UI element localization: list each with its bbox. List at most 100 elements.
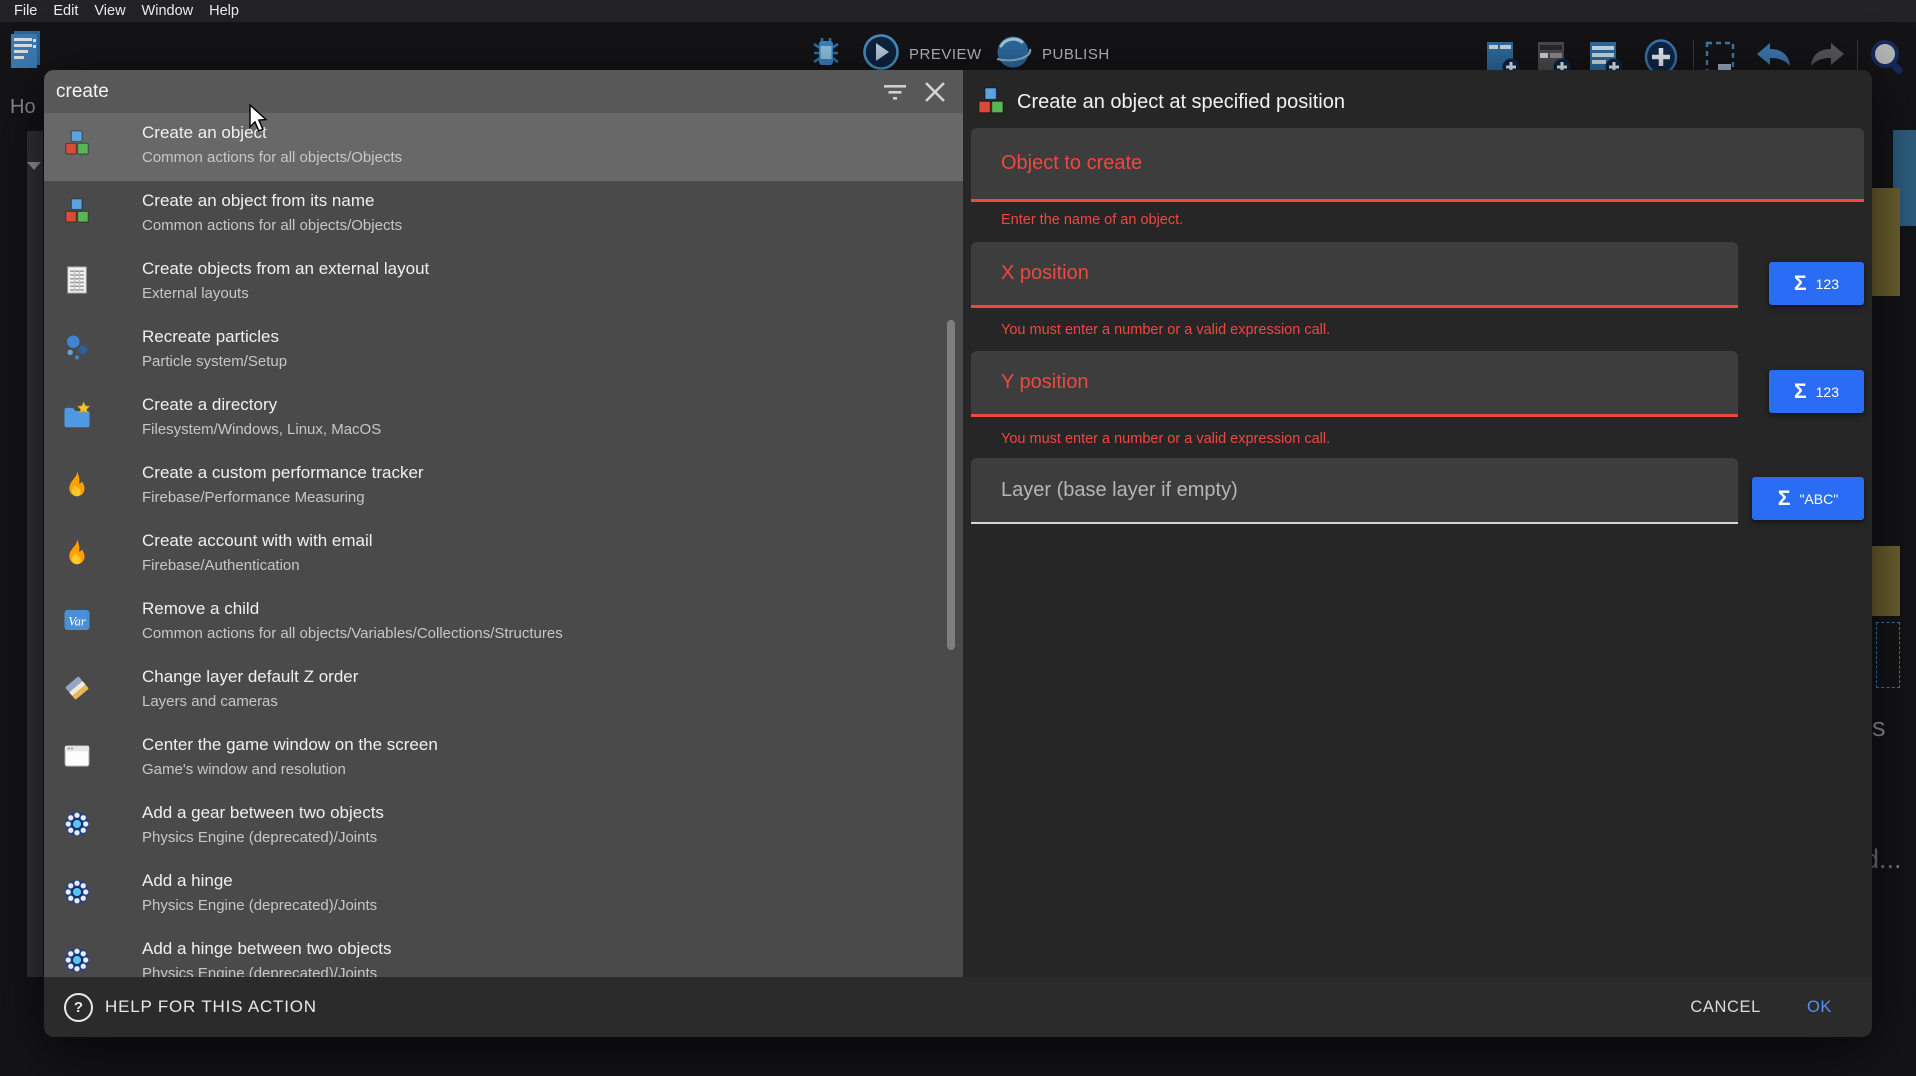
menu-help[interactable]: Help bbox=[201, 3, 247, 19]
preview-button[interactable]: PREVIEW bbox=[909, 46, 982, 63]
action-list-item[interactable]: Add a hinge Physics Engine (deprecated)/… bbox=[44, 861, 963, 929]
background-block bbox=[1872, 546, 1900, 616]
action-title: Create a directory bbox=[142, 392, 381, 417]
app-window: File Edit View Window Help PREVIEW bbox=[0, 0, 1916, 1076]
preview-play-icon[interactable] bbox=[862, 33, 900, 71]
list-scrollbar[interactable] bbox=[947, 320, 955, 650]
cancel-button[interactable]: CANCEL bbox=[1690, 998, 1761, 1017]
action-group: Common actions for all objects/Objects bbox=[142, 145, 402, 171]
action-list-item[interactable]: Create a directory Filesystem/Windows, L… bbox=[44, 385, 963, 453]
sigma-icon: Σ bbox=[1778, 487, 1791, 511]
particles-icon bbox=[62, 333, 92, 363]
flame-icon bbox=[62, 469, 92, 499]
x-position-field[interactable]: X position bbox=[971, 242, 1738, 308]
action-title: Create an object at specified position bbox=[1017, 91, 1345, 114]
layer-expression-label: "ABC" bbox=[1799, 491, 1838, 507]
action-list-item[interactable]: Change layer default Z order Layers and … bbox=[44, 657, 963, 725]
action-title: Create an object from its name bbox=[142, 188, 402, 213]
object-to-create-placeholder: Object to create bbox=[1001, 152, 1142, 175]
object-to-create-field[interactable]: Object to create bbox=[971, 128, 1864, 202]
help-label: HELP FOR THIS ACTION bbox=[105, 997, 317, 1017]
action-title: Create a custom performance tracker bbox=[142, 460, 424, 485]
close-icon[interactable] bbox=[922, 79, 948, 105]
y-position-field[interactable]: Y position bbox=[971, 351, 1738, 417]
help-icon: ? bbox=[64, 993, 93, 1022]
action-list-item[interactable]: Center the game window on the screen Gam… bbox=[44, 725, 963, 793]
action-title: Create account with with email bbox=[142, 528, 373, 553]
redo-icon[interactable] bbox=[1806, 41, 1848, 73]
action-list-item[interactable]: Create a custom performance tracker Fire… bbox=[44, 453, 963, 521]
dialog-footer: ? HELP FOR THIS ACTION CANCEL OK bbox=[44, 977, 1872, 1037]
action-list-item[interactable]: Add a gear between two objects Physics E… bbox=[44, 793, 963, 861]
sigma-icon: Σ bbox=[1794, 272, 1807, 296]
menu-bar: File Edit View Window Help bbox=[0, 0, 1916, 22]
search-bar[interactable]: create bbox=[44, 70, 963, 113]
action-list-item[interactable]: Create an object Common actions for all … bbox=[44, 113, 963, 181]
choose-action-dialog: create Create an object Common actions f… bbox=[44, 70, 1872, 1037]
object-helper-text: Enter the name of an object. bbox=[1001, 212, 1183, 228]
search-extensions-icon[interactable] bbox=[1866, 36, 1910, 80]
action-list-item[interactable]: Var Remove a child Common actions for al… bbox=[44, 589, 963, 657]
ok-button[interactable]: OK bbox=[1807, 998, 1832, 1017]
gear-icon bbox=[62, 877, 92, 907]
menu-edit[interactable]: Edit bbox=[45, 3, 86, 19]
action-search-panel: create Create an object Common actions f… bbox=[44, 70, 963, 977]
folder-icon bbox=[62, 401, 92, 431]
background-block bbox=[1872, 188, 1900, 296]
layer-field[interactable]: Layer (base layer if empty) bbox=[971, 458, 1738, 524]
action-group: External layouts bbox=[142, 281, 429, 307]
search-input[interactable]: create bbox=[56, 81, 109, 103]
action-group: Filesystem/Windows, Linux, MacOS bbox=[142, 417, 381, 443]
action-title: Remove a child bbox=[142, 596, 563, 621]
filter-icon[interactable] bbox=[882, 79, 908, 105]
publish-globe-icon[interactable] bbox=[993, 33, 1033, 71]
action-title: Add a gear between two objects bbox=[142, 800, 384, 825]
action-group: Firebase/Authentication bbox=[142, 553, 373, 579]
chevron-down-icon bbox=[27, 162, 41, 170]
publish-button[interactable]: PUBLISH bbox=[1042, 46, 1110, 63]
action-list: Create an object Common actions for all … bbox=[44, 113, 963, 977]
x-error-text: You must enter a number or a valid expre… bbox=[1001, 322, 1330, 338]
action-group: Physics Engine (deprecated)/Joints bbox=[142, 893, 377, 919]
action-list-item[interactable]: Create an object from its name Common ac… bbox=[44, 181, 963, 249]
action-list-item[interactable]: Recreate particles Particle system/Setup bbox=[44, 317, 963, 385]
x-expression-button[interactable]: Σ 123 bbox=[1769, 262, 1864, 305]
background-tab-label: Ho bbox=[10, 96, 36, 119]
background-selection-rect bbox=[1876, 622, 1900, 688]
menu-file[interactable]: File bbox=[6, 3, 45, 19]
var-icon: Var bbox=[62, 605, 92, 635]
action-list-item[interactable]: Create account with with email Firebase/… bbox=[44, 521, 963, 589]
flame-icon bbox=[62, 537, 92, 567]
action-title: Recreate particles bbox=[142, 324, 287, 349]
action-list-item[interactable]: Create objects from an external layout E… bbox=[44, 249, 963, 317]
debug-icon[interactable] bbox=[807, 36, 845, 70]
action-list-item[interactable]: Add a hinge between two objects Physics … bbox=[44, 929, 963, 977]
x-expression-label: 123 bbox=[1816, 276, 1839, 292]
project-manager-icon[interactable] bbox=[8, 28, 44, 70]
menu-window[interactable]: Window bbox=[134, 3, 202, 19]
gear-icon bbox=[62, 809, 92, 839]
window-icon bbox=[62, 741, 92, 771]
menu-view[interactable]: View bbox=[86, 3, 133, 19]
action-group: Layers and cameras bbox=[142, 689, 358, 715]
background-text-s: s bbox=[1872, 712, 1886, 743]
layer-expression-button[interactable]: Σ "ABC" bbox=[1752, 477, 1864, 520]
action-title: Create an object bbox=[142, 120, 402, 145]
undo-icon[interactable] bbox=[1753, 41, 1795, 73]
zorder-icon bbox=[62, 673, 92, 703]
action-group: Common actions for all objects/Variables… bbox=[142, 621, 563, 647]
layer-placeholder: Layer (base layer if empty) bbox=[1001, 479, 1238, 502]
action-title: Add a hinge bbox=[142, 868, 377, 893]
gear-icon bbox=[62, 945, 92, 975]
svg-text:Var: Var bbox=[68, 615, 86, 629]
y-expression-button[interactable]: Σ 123 bbox=[1769, 370, 1864, 413]
sigma-icon: Σ bbox=[1794, 380, 1807, 404]
action-config-panel: Create an object at specified position O… bbox=[963, 70, 1872, 977]
help-for-action-button[interactable]: ? HELP FOR THIS ACTION bbox=[64, 993, 317, 1022]
cubes-icon bbox=[62, 129, 92, 159]
y-error-text: You must enter a number or a valid expre… bbox=[1001, 431, 1330, 447]
y-expression-label: 123 bbox=[1816, 384, 1839, 400]
x-position-placeholder: X position bbox=[1001, 262, 1089, 285]
toolbar-separator bbox=[1857, 40, 1858, 72]
action-group: Particle system/Setup bbox=[142, 349, 287, 375]
